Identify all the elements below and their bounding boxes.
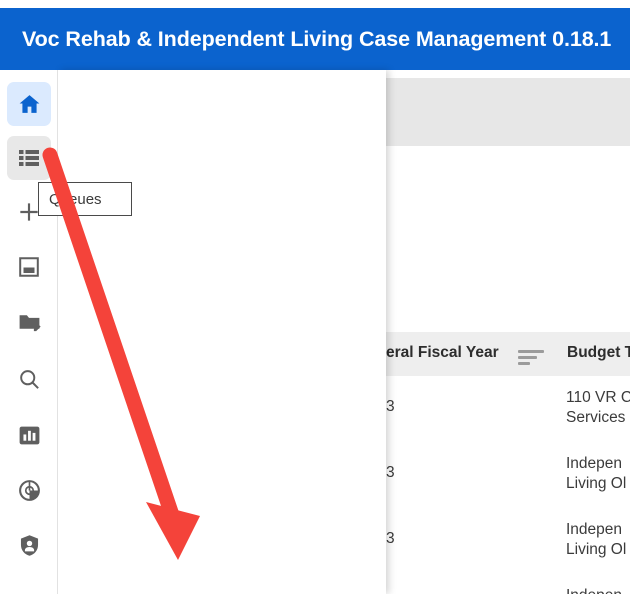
- cell-fiscal-year: 3: [386, 398, 395, 415]
- donut-chart-icon: [17, 478, 42, 503]
- app-header-bar: Voc Rehab & Independent Living Case Mana…: [0, 8, 630, 70]
- inbox-icon: [17, 255, 41, 279]
- cell-budget-type: 110 VR C Services: [566, 389, 630, 426]
- queues-flyout-panel: [58, 70, 386, 594]
- sidebar-item-inbox[interactable]: [7, 245, 51, 289]
- data-table: eral Fiscal Year Budget T 3 110 VR C Ser…: [386, 70, 630, 594]
- sort-icon[interactable]: [518, 350, 544, 365]
- home-icon: [17, 92, 42, 117]
- sidebar-item-administration[interactable]: [7, 523, 51, 567]
- folder-edit-icon: [17, 310, 42, 335]
- app-title: Voc Rehab & Independent Living Case Mana…: [22, 26, 612, 51]
- sidebar-item-search[interactable]: [7, 357, 51, 401]
- queues-tooltip: Queues: [38, 182, 132, 216]
- table-row[interactable]: 3 110 VR C Services: [386, 376, 630, 443]
- shield-user-icon: [17, 533, 42, 558]
- column-header-federal-fiscal-year[interactable]: eral Fiscal Year: [386, 344, 499, 362]
- sidebar-item-cases[interactable]: [7, 300, 51, 344]
- sidebar-item-reports[interactable]: [7, 413, 51, 457]
- sidebar-item-home[interactable]: [7, 82, 51, 126]
- table-filter-row: [386, 146, 630, 213]
- cell-budget-type: Indepen Living Ol: [566, 521, 627, 558]
- cell-budget-type: Indepen Living Ol: [566, 586, 630, 594]
- bar-chart-icon: [17, 423, 42, 448]
- sidebar-item-queues[interactable]: [7, 136, 51, 180]
- column-header-budget-type[interactable]: Budget T: [567, 344, 630, 362]
- table-spacer-row: [386, 212, 630, 332]
- list-icon: [17, 146, 41, 170]
- table-row[interactable]: 3 Indepen Living Ol: [386, 442, 630, 509]
- queues-tooltip-label: Queues: [49, 190, 102, 208]
- table-toolbar: [386, 78, 630, 146]
- table-row[interactable]: 4 Indepen Living Ol: [386, 574, 630, 594]
- search-icon: [17, 367, 42, 392]
- table-row[interactable]: 3 Indepen Living Ol: [386, 508, 630, 575]
- cell-budget-type: Indepen Living Ol: [566, 455, 627, 492]
- table-header-row: eral Fiscal Year Budget T: [386, 332, 630, 377]
- sidebar-icon-rail: [0, 70, 58, 594]
- cell-fiscal-year: 3: [386, 464, 395, 481]
- application-window: Voc Rehab & Independent Living Case Mana…: [0, 0, 630, 594]
- cell-fiscal-year: 3: [386, 530, 395, 547]
- sidebar-item-analytics[interactable]: [7, 468, 51, 512]
